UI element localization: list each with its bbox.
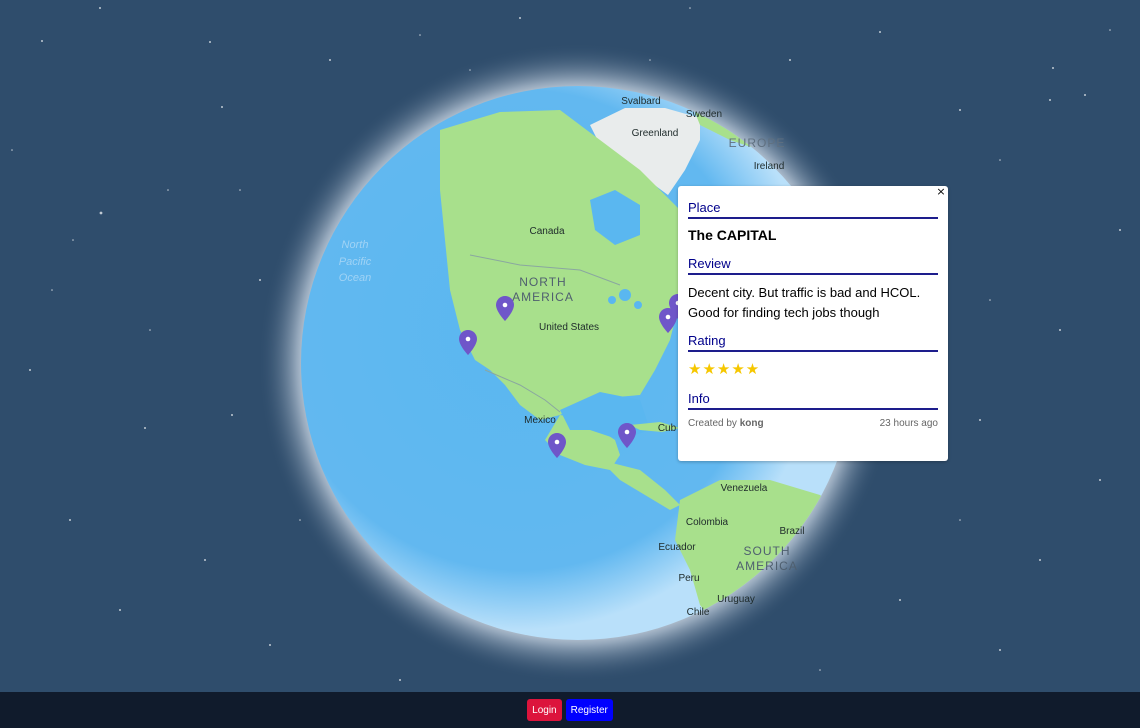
label-colombia: Colombia bbox=[686, 517, 729, 528]
label-cuba: Cub bbox=[658, 423, 677, 434]
created-by: Created by kong bbox=[688, 418, 764, 429]
label-pacific-1: North bbox=[342, 239, 369, 251]
rating-section-title: Rating bbox=[688, 333, 938, 352]
place-popup: × Place The CAPITAL Review Decent city. … bbox=[678, 186, 948, 461]
label-sweden: Sweden bbox=[686, 109, 722, 120]
label-greenland: Greenland bbox=[632, 128, 679, 139]
label-pacific-2: Pacific bbox=[339, 256, 372, 268]
label-south-america-2: AMERICA bbox=[736, 559, 798, 573]
created-ago: 23 hours ago bbox=[879, 418, 938, 429]
place-section-title: Place bbox=[688, 200, 938, 219]
rating-stars: ★★★★★ bbox=[688, 361, 761, 378]
login-button[interactable]: Login bbox=[527, 699, 562, 721]
close-icon[interactable]: × bbox=[935, 186, 947, 198]
label-europe: EUROPE bbox=[729, 136, 786, 150]
label-south-america-1: SOUTH bbox=[744, 544, 791, 558]
label-north-america-2: AMERICA bbox=[512, 290, 574, 304]
register-button[interactable]: Register bbox=[565, 699, 613, 721]
review-text: Decent city. But traffic is bad and HCOL… bbox=[688, 285, 921, 320]
info-row: Created by kong 23 hours ago bbox=[688, 418, 938, 429]
created-by-prefix: Created by bbox=[688, 418, 737, 429]
label-svalbard: Svalbard bbox=[621, 96, 660, 107]
review-section-title: Review bbox=[688, 256, 938, 275]
label-peru: Peru bbox=[678, 573, 699, 584]
footer-bar: Login Register bbox=[0, 692, 1140, 728]
map-marker-pin-icon[interactable] bbox=[548, 433, 566, 458]
label-ireland: Ireland bbox=[754, 161, 785, 172]
label-pacific-3: Ocean bbox=[339, 272, 371, 284]
globe-map[interactable]: Svalbard Sweden Greenland EUROPE Ireland… bbox=[0, 0, 1140, 692]
place-name: The CAPITAL bbox=[688, 227, 777, 243]
label-brazil: Brazil bbox=[779, 526, 804, 537]
map-marker-pin-icon[interactable] bbox=[618, 423, 636, 448]
globe-map-canvas[interactable]: Svalbard Sweden Greenland EUROPE Ireland… bbox=[0, 0, 1140, 692]
label-canada: Canada bbox=[529, 226, 564, 237]
label-united-states: United States bbox=[539, 322, 599, 333]
label-ecuador: Ecuador bbox=[658, 542, 696, 553]
map-marker-pin-icon[interactable] bbox=[459, 330, 477, 355]
label-venezuela: Venezuela bbox=[721, 483, 768, 494]
label-chile: Chile bbox=[687, 607, 710, 618]
map-marker-pin-icon[interactable] bbox=[496, 296, 514, 321]
label-uruguay: Uruguay bbox=[717, 594, 755, 605]
info-section-title: Info bbox=[688, 391, 938, 410]
label-north-america-1: NORTH bbox=[519, 275, 566, 289]
created-by-user: kong bbox=[739, 418, 764, 429]
label-mexico: Mexico bbox=[524, 415, 556, 426]
